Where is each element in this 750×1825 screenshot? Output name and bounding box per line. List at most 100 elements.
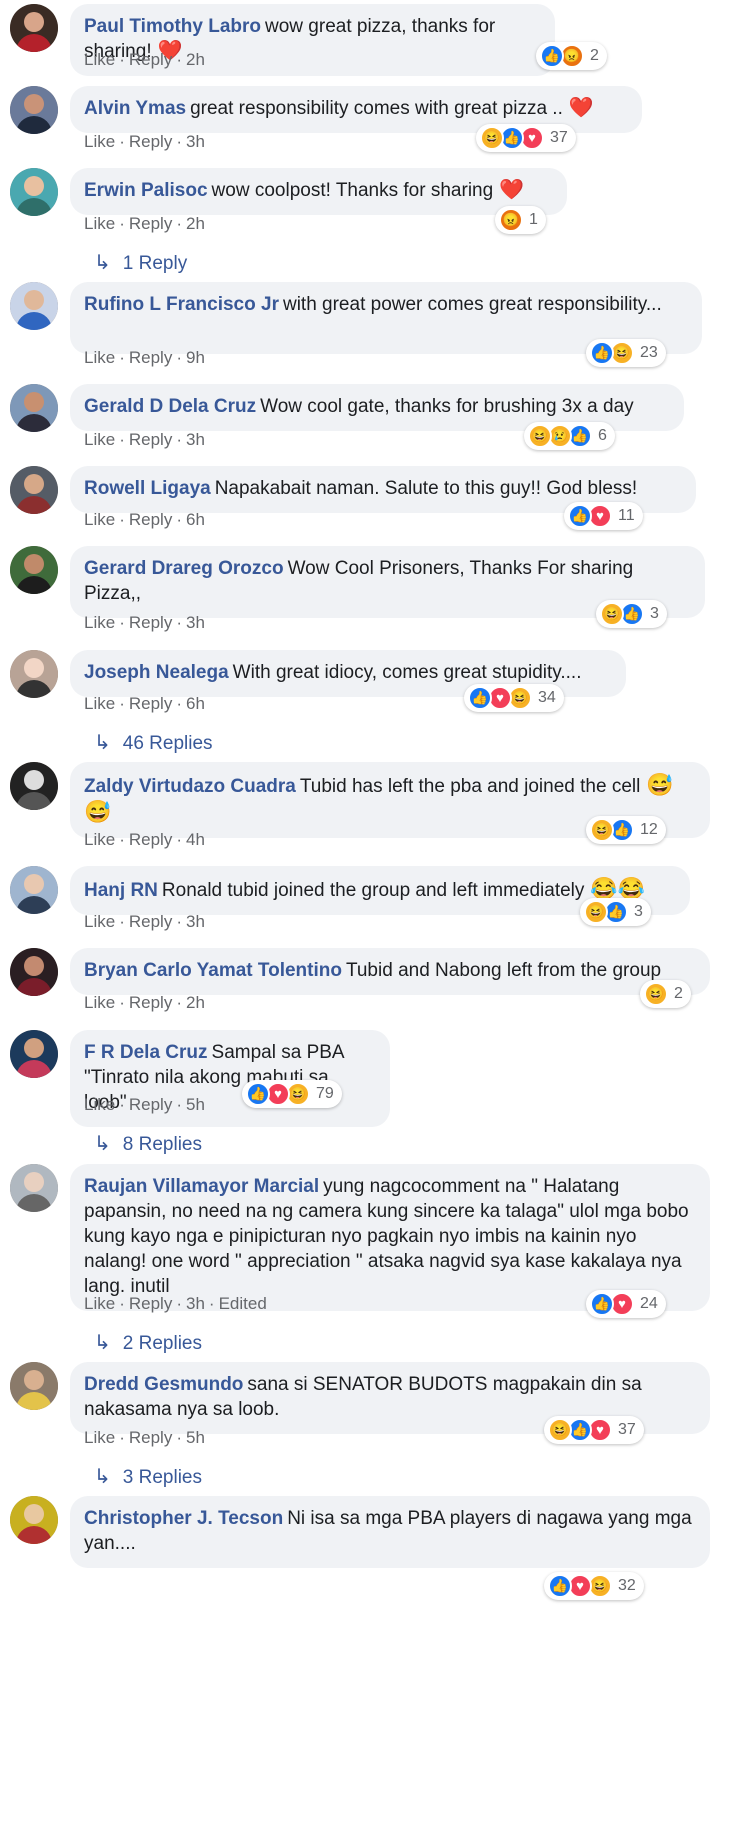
comment-author-link[interactable]: Gerard Drareg Orozco (84, 558, 284, 579)
comment-timestamp[interactable]: 5h (186, 1095, 205, 1114)
comment-author-link[interactable]: Dredd Gesmundo (84, 1374, 243, 1395)
comment-timestamp[interactable]: 3h (186, 132, 205, 151)
like-button[interactable]: Like (84, 993, 115, 1012)
like-button[interactable]: Like (84, 830, 115, 849)
comment-timestamp[interactable]: 2h (186, 214, 205, 233)
avatar[interactable] (10, 168, 58, 216)
avatar[interactable] (10, 282, 58, 330)
reply-button[interactable]: Reply (129, 50, 172, 69)
reply-arrow-icon: ↳ (94, 1133, 111, 1155)
comment-author-link[interactable]: Hanj RN (84, 880, 158, 901)
avatar[interactable] (10, 1164, 58, 1212)
avatar[interactable] (10, 1496, 58, 1544)
separator-dot: · (176, 132, 182, 151)
reaction-summary[interactable]: 😆 👍 ♥ 37 (476, 124, 576, 152)
comment-timestamp[interactable]: 3h (186, 430, 205, 449)
comment-timestamp[interactable]: 2h (186, 993, 205, 1012)
like-button[interactable]: Like (84, 50, 115, 69)
reaction-summary[interactable]: 👍 😆 23 (586, 339, 666, 367)
comment-text: With great idiocy, comes great stupidity… (232, 662, 582, 683)
like-button[interactable]: Like (84, 613, 115, 632)
avatar[interactable] (10, 948, 58, 996)
reaction-summary[interactable]: 👍 ♥ 😆 34 (464, 684, 564, 712)
reply-button[interactable]: Reply (129, 132, 172, 151)
reply-button[interactable]: Reply (129, 1428, 172, 1447)
comment-author-link[interactable]: Rowell Ligaya (84, 478, 211, 499)
avatar[interactable] (10, 466, 58, 514)
reply-button[interactable]: Reply (129, 214, 172, 233)
reaction-summary[interactable]: 😆 👍 12 (586, 816, 666, 844)
view-replies-link[interactable]: ↳ 3 Replies (94, 1464, 202, 1489)
comment-author-link[interactable]: Joseph Nealega (84, 662, 229, 683)
comment-author-link[interactable]: Alvin Ymas (84, 98, 186, 119)
like-button[interactable]: Like (84, 694, 115, 713)
reaction-summary[interactable]: 😆 👍 3 (580, 898, 651, 926)
comment-author-link[interactable]: Bryan Carlo Yamat Tolentino (84, 960, 342, 981)
like-button[interactable]: Like (84, 1428, 115, 1447)
like-button[interactable]: Like (84, 430, 115, 449)
like-button[interactable]: Like (84, 1294, 115, 1313)
avatar[interactable] (10, 1030, 58, 1078)
avatar[interactable] (10, 1362, 58, 1410)
comment-timestamp[interactable]: 2h (186, 50, 205, 69)
reaction-summary[interactable]: 😆 😢 👍 6 (524, 422, 615, 450)
like-button[interactable]: Like (84, 348, 115, 367)
comment-timestamp[interactable]: 3h (186, 1294, 205, 1313)
comment-author-link[interactable]: Paul Timothy Labro (84, 16, 261, 37)
like-button[interactable]: Like (84, 912, 115, 931)
view-replies-link[interactable]: ↳ 8 Replies (94, 1131, 202, 1156)
reaction-summary[interactable]: 😠 1 (495, 206, 546, 234)
view-replies-link[interactable]: ↳ 2 Replies (94, 1330, 202, 1355)
reaction-summary[interactable]: 😆 2 (640, 980, 691, 1008)
avatar[interactable] (10, 384, 58, 432)
reaction-summary[interactable]: 👍 😠 2 (536, 42, 607, 70)
comment-timestamp[interactable]: 3h (186, 613, 205, 632)
reply-button[interactable]: Reply (129, 430, 172, 449)
reply-button[interactable]: Reply (129, 1294, 172, 1313)
reply-button[interactable]: Reply (129, 912, 172, 931)
comment-actions: Like · Reply · 2h (84, 214, 205, 234)
comment-author-link[interactable]: Gerald D Dela Cruz (84, 396, 256, 417)
reaction-summary[interactable]: 👍 ♥ 😆 32 (544, 1572, 644, 1600)
comment-actions: Like · Reply · 2h (84, 50, 205, 70)
comment-timestamp[interactable]: 9h (186, 348, 205, 367)
edited-label[interactable]: Edited (219, 1294, 267, 1313)
avatar[interactable] (10, 866, 58, 914)
reaction-summary[interactable]: 👍 ♥ 24 (586, 1290, 666, 1318)
like-button[interactable]: Like (84, 214, 115, 233)
reply-button[interactable]: Reply (129, 348, 172, 367)
comment-author-link[interactable]: Erwin Palisoc (84, 180, 208, 201)
reply-button[interactable]: Reply (129, 830, 172, 849)
comment-author-link[interactable]: Rufino L Francisco Jr (84, 294, 279, 315)
avatar[interactable] (10, 762, 58, 810)
comment-timestamp[interactable]: 4h (186, 830, 205, 849)
like-button[interactable]: Like (84, 510, 115, 529)
reaction-summary[interactable]: 😆 👍 3 (596, 600, 667, 628)
like-button[interactable]: Like (84, 1095, 115, 1114)
reaction-summary[interactable]: 👍 ♥ 11 (564, 502, 643, 530)
reply-button[interactable]: Reply (129, 1095, 172, 1114)
avatar[interactable] (10, 86, 58, 134)
comment-timestamp[interactable]: 6h (186, 694, 205, 713)
reply-button[interactable]: Reply (129, 613, 172, 632)
view-replies-link[interactable]: ↳ 1 Reply (94, 250, 187, 275)
reply-arrow-icon: ↳ (94, 252, 111, 274)
separator-dot: · (119, 830, 125, 849)
comment-author-link[interactable]: Zaldy Virtudazo Cuadra (84, 776, 296, 797)
comment-author-link[interactable]: F R Dela Cruz (84, 1042, 208, 1063)
avatar[interactable] (10, 4, 58, 52)
comment-author-link[interactable]: Raujan Villamayor Marcial (84, 1176, 319, 1197)
reaction-summary[interactable]: 👍 ♥ 😆 79 (242, 1080, 342, 1108)
comment-timestamp[interactable]: 3h (186, 912, 205, 931)
avatar[interactable] (10, 650, 58, 698)
like-button[interactable]: Like (84, 132, 115, 151)
reply-button[interactable]: Reply (129, 993, 172, 1012)
reaction-summary[interactable]: 😆 👍 ♥ 37 (544, 1416, 644, 1444)
view-replies-link[interactable]: ↳ 46 Replies (94, 730, 213, 755)
comment-author-link[interactable]: Christopher J. Tecson (84, 1508, 283, 1529)
comment-timestamp[interactable]: 5h (186, 1428, 205, 1447)
avatar[interactable] (10, 546, 58, 594)
comment-timestamp[interactable]: 6h (186, 510, 205, 529)
reply-button[interactable]: Reply (129, 510, 172, 529)
reply-button[interactable]: Reply (129, 694, 172, 713)
